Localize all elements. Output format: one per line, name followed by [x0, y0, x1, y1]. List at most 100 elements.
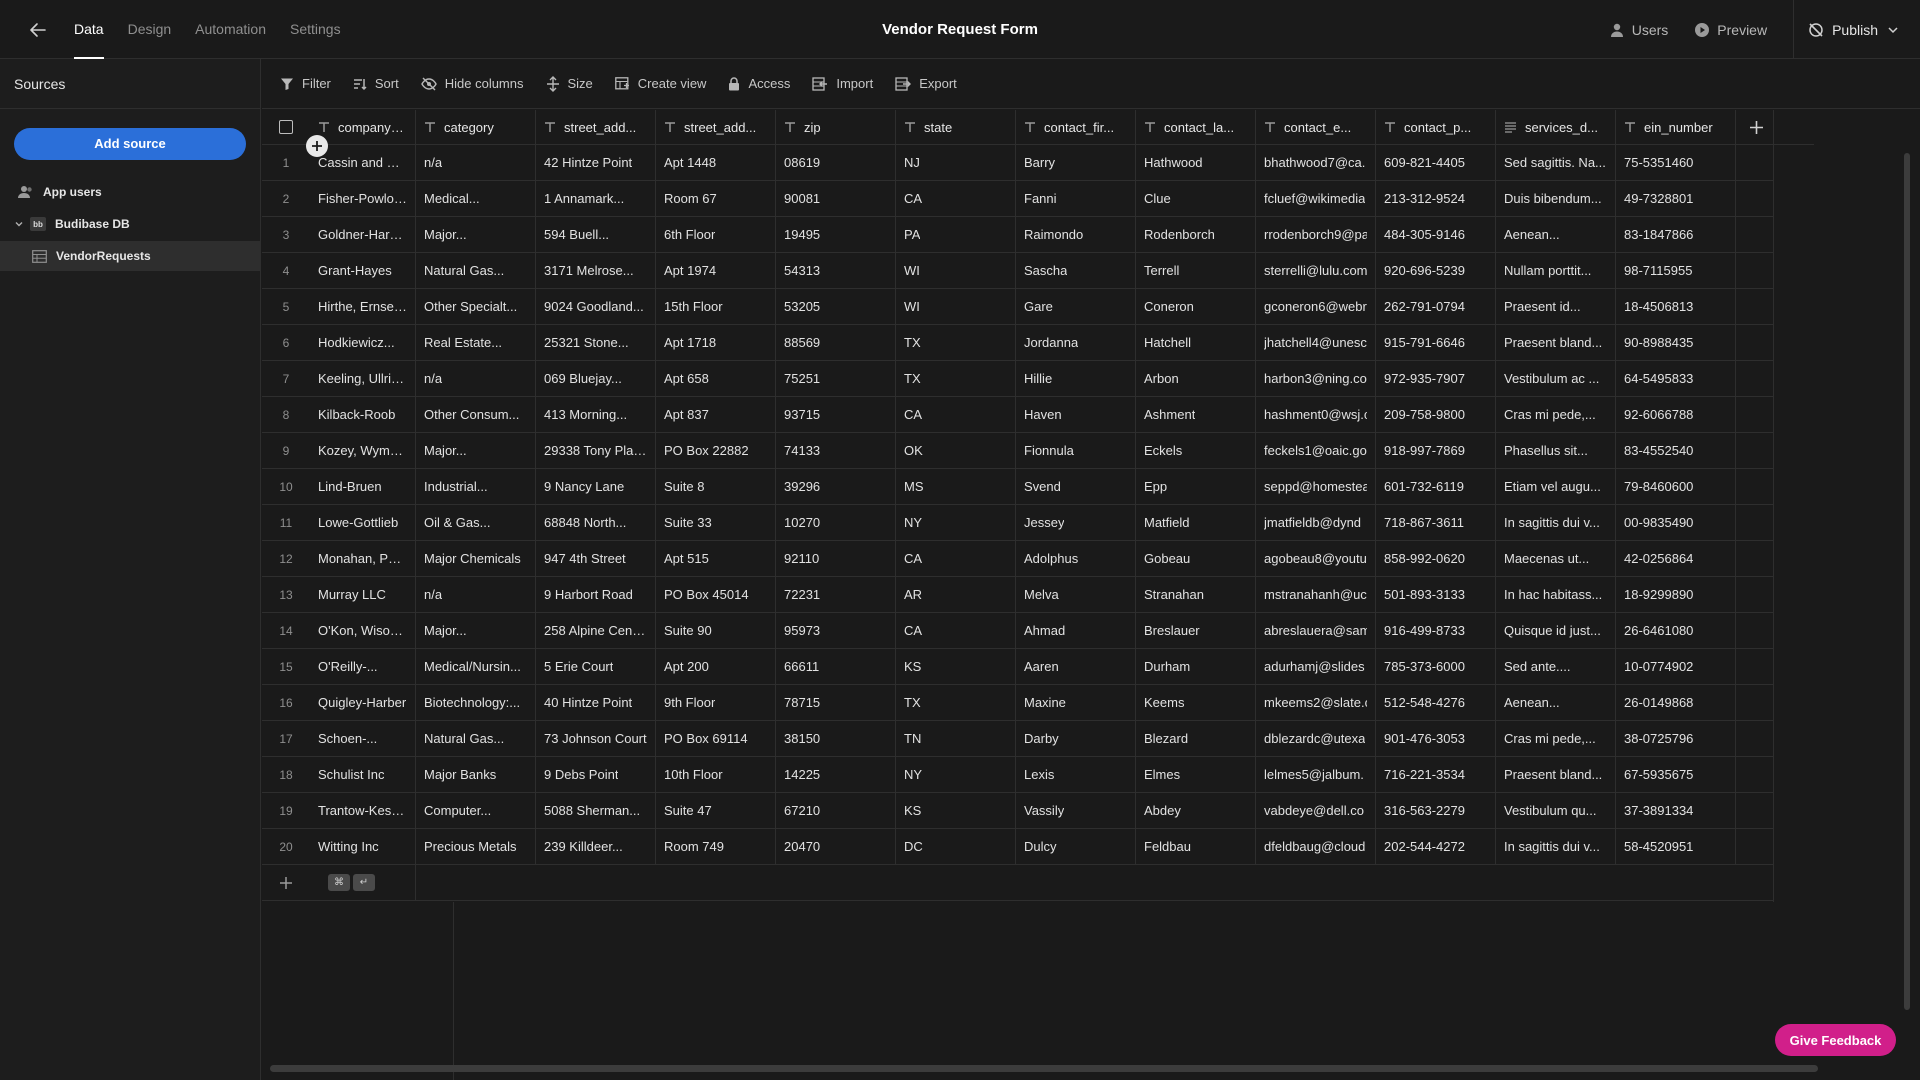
table-cell[interactable]: 10-0774902 [1616, 649, 1736, 684]
column-header[interactable]: category [416, 110, 536, 144]
table-cell[interactable]: Quisque id just... [1496, 613, 1616, 648]
table-cell[interactable]: 918-997-7869 [1376, 433, 1496, 468]
table-cell[interactable]: seppd@homestea [1256, 469, 1376, 504]
table-cell[interactable]: dfeldbaug@cloud [1256, 829, 1376, 864]
table-cell[interactable]: 1 Annamark... [536, 181, 656, 216]
table-cell[interactable]: O'Reilly-... [310, 649, 416, 684]
table-cell[interactable]: n/a [416, 145, 536, 180]
table-cell[interactable]: 9 Nancy Lane [536, 469, 656, 504]
table-cell[interactable]: 38150 [776, 721, 896, 756]
table-cell[interactable]: KS [896, 793, 1016, 828]
table-cell[interactable]: Praesent bland... [1496, 757, 1616, 792]
vertical-scrollbar[interactable] [1904, 153, 1910, 1010]
table-cell[interactable]: Goldner-Harber [310, 217, 416, 252]
table-cell[interactable]: 98-7115955 [1616, 253, 1736, 288]
table-cell[interactable]: 42 Hintze Point [536, 145, 656, 180]
table-cell[interactable]: Natural Gas... [416, 721, 536, 756]
table-cell[interactable]: Precious Metals [416, 829, 536, 864]
table-cell[interactable]: Jordanna [1016, 325, 1136, 360]
table-cell[interactable]: 53205 [776, 289, 896, 324]
table-cell[interactable]: 88569 [776, 325, 896, 360]
table-cell[interactable]: Ashment [1136, 397, 1256, 432]
table-cell[interactable]: 90-8988435 [1616, 325, 1736, 360]
tab-design[interactable]: Design [128, 0, 172, 59]
table-cell[interactable]: 9024 Goodland... [536, 289, 656, 324]
table-cell[interactable]: Sed ante.... [1496, 649, 1616, 684]
create-view-button[interactable]: Create view [614, 76, 706, 91]
table-cell[interactable]: Medical... [416, 181, 536, 216]
table-cell[interactable]: CA [896, 613, 1016, 648]
table-cell[interactable]: 79-8460600 [1616, 469, 1736, 504]
table-cell[interactable]: 26-6461080 [1616, 613, 1736, 648]
table-cell[interactable]: jmatfieldb@dynd [1256, 505, 1376, 540]
table-cell[interactable]: Maxine [1016, 685, 1136, 720]
table-cell[interactable]: Terrell [1136, 253, 1256, 288]
add-column-button[interactable] [1736, 110, 1776, 145]
table-cell[interactable]: O'Kon, Wisoky... [310, 613, 416, 648]
table-cell[interactable]: Schulist Inc [310, 757, 416, 792]
table-cell[interactable]: 858-992-0620 [1376, 541, 1496, 576]
table-cell[interactable]: Biotechnology:... [416, 685, 536, 720]
table-cell[interactable]: Fisher-Powlowski [310, 181, 416, 216]
table-cell[interactable]: 25321 Stone... [536, 325, 656, 360]
table-cell[interactable]: 78715 [776, 685, 896, 720]
tab-data[interactable]: Data [74, 0, 104, 59]
table-cell[interactable]: Hodkiewicz... [310, 325, 416, 360]
table-cell[interactable]: Other Consum... [416, 397, 536, 432]
table-cell[interactable]: harbon3@ning.co [1256, 361, 1376, 396]
table-cell[interactable]: MS [896, 469, 1016, 504]
table-cell[interactable]: agobeau8@youtu [1256, 541, 1376, 576]
table-cell[interactable]: Sascha [1016, 253, 1136, 288]
table-cell[interactable]: Natural Gas... [416, 253, 536, 288]
table-cell[interactable]: Suite 90 [656, 613, 776, 648]
table-cell[interactable]: Medical/Nursin... [416, 649, 536, 684]
table-cell[interactable]: Apt 1448 [656, 145, 776, 180]
table-cell[interactable]: Apt 200 [656, 649, 776, 684]
access-button[interactable]: Access [728, 76, 790, 91]
table-cell[interactable]: adurhamj@slides [1256, 649, 1376, 684]
table-cell[interactable]: Arbon [1136, 361, 1256, 396]
table-cell[interactable]: 262-791-0794 [1376, 289, 1496, 324]
table-cell[interactable]: 75-5351460 [1616, 145, 1736, 180]
table-cell[interactable]: Room 67 [656, 181, 776, 216]
table-cell[interactable]: Trantow-Kessler [310, 793, 416, 828]
table-cell[interactable]: Feldbau [1136, 829, 1256, 864]
table-cell[interactable]: 29338 Tony Place [536, 433, 656, 468]
column-header[interactable]: street_add... [656, 110, 776, 144]
column-header[interactable]: street_add... [536, 110, 656, 144]
table-cell[interactable]: 72231 [776, 577, 896, 612]
table-cell[interactable]: Aaren [1016, 649, 1136, 684]
table-cell[interactable]: 785-373-6000 [1376, 649, 1496, 684]
table-cell[interactable]: Adolphus [1016, 541, 1136, 576]
table-cell[interactable]: 75251 [776, 361, 896, 396]
table-cell[interactable]: CA [896, 541, 1016, 576]
table-cell[interactable]: gconeron6@webr [1256, 289, 1376, 324]
table-cell[interactable]: 90081 [776, 181, 896, 216]
table-cell[interactable]: CA [896, 397, 1016, 432]
table-cell[interactable]: Room 749 [656, 829, 776, 864]
table-cell[interactable]: 10270 [776, 505, 896, 540]
column-header[interactable]: contact_fir... [1016, 110, 1136, 144]
table-cell[interactable]: Raimondo [1016, 217, 1136, 252]
table-cell[interactable]: WI [896, 289, 1016, 324]
table-cell[interactable]: Maecenas ut... [1496, 541, 1616, 576]
table-cell[interactable]: 3171 Melrose... [536, 253, 656, 288]
table-cell[interactable]: Blezard [1136, 721, 1256, 756]
table-cell[interactable]: Apt 1718 [656, 325, 776, 360]
table-cell[interactable]: Major... [416, 613, 536, 648]
table-cell[interactable]: Melva [1016, 577, 1136, 612]
table-cell[interactable]: Coneron [1136, 289, 1256, 324]
table-cell[interactable]: 316-563-2279 [1376, 793, 1496, 828]
table-cell[interactable]: Durham [1136, 649, 1256, 684]
add-row-plus-button[interactable] [306, 135, 328, 157]
table-cell[interactable]: 413 Morning... [536, 397, 656, 432]
table-cell[interactable]: WI [896, 253, 1016, 288]
back-button[interactable] [26, 18, 50, 42]
table-cell[interactable]: Apt 658 [656, 361, 776, 396]
table-cell[interactable]: 916-499-8733 [1376, 613, 1496, 648]
table-cell[interactable]: 19495 [776, 217, 896, 252]
table-cell[interactable]: Apt 515 [656, 541, 776, 576]
table-cell[interactable]: Cras mi pede,... [1496, 721, 1616, 756]
table-cell[interactable]: 512-548-4276 [1376, 685, 1496, 720]
table-cell[interactable]: Fionnula [1016, 433, 1136, 468]
